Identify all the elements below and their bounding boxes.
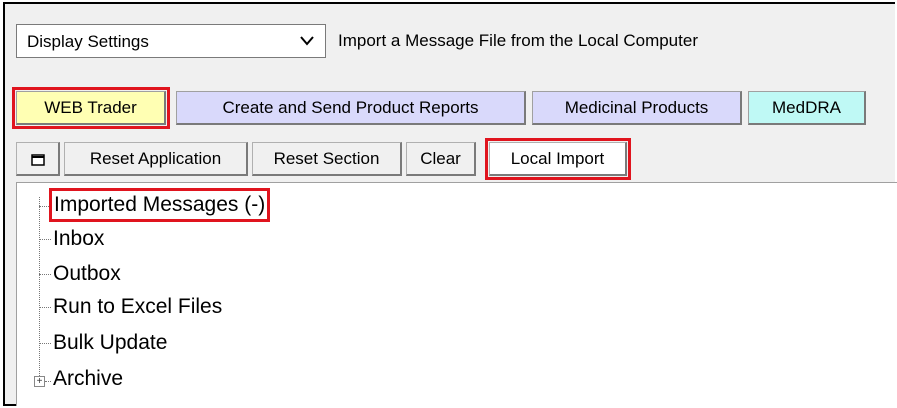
select-caption: Import a Message File from the Local Com… xyxy=(338,31,698,50)
clear-button[interactable]: Clear xyxy=(406,142,476,176)
expand-plus-icon[interactable]: + xyxy=(34,376,45,387)
tab-web-trader[interactable]: WEB Trader xyxy=(12,87,170,129)
reset-application-button[interactable]: Reset Application xyxy=(64,142,248,176)
message-tree: Imported Messages (-) Inbox Outbox Run t… xyxy=(16,182,897,406)
tree-connector xyxy=(39,197,40,382)
tree-branch-line xyxy=(39,206,51,207)
tree-item-inbox[interactable]: Inbox xyxy=(53,226,104,252)
tree-branch-line xyxy=(39,239,51,240)
window-toggle-button[interactable] xyxy=(16,142,60,176)
tree-item-outbox[interactable]: Outbox xyxy=(53,261,121,287)
tree-branch-line xyxy=(39,307,51,308)
display-settings-select[interactable]: Display Settings xyxy=(16,24,326,58)
local-import-button[interactable]: Local Import xyxy=(485,138,631,180)
tree-branch-line xyxy=(45,381,51,382)
tree-branch-line xyxy=(39,274,51,275)
tab-meddra[interactable]: MedDRA xyxy=(748,91,866,125)
window-icon xyxy=(30,153,45,166)
display-settings-value: Display Settings xyxy=(27,32,149,51)
tree-item-imported-messages[interactable]: Imported Messages (-) xyxy=(48,188,271,222)
tree-item-archive[interactable]: Archive xyxy=(53,366,123,392)
chevron-down-icon xyxy=(300,36,314,46)
tab-create-send-product-reports[interactable]: Create and Send Product Reports xyxy=(176,91,526,125)
tree-branch-line xyxy=(39,343,51,344)
tab-medicinal-products[interactable]: Medicinal Products xyxy=(532,91,742,125)
reset-section-button[interactable]: Reset Section xyxy=(252,142,402,176)
tree-item-run-to-excel-files[interactable]: Run to Excel Files xyxy=(53,294,222,320)
tree-item-bulk-update[interactable]: Bulk Update xyxy=(53,330,167,356)
